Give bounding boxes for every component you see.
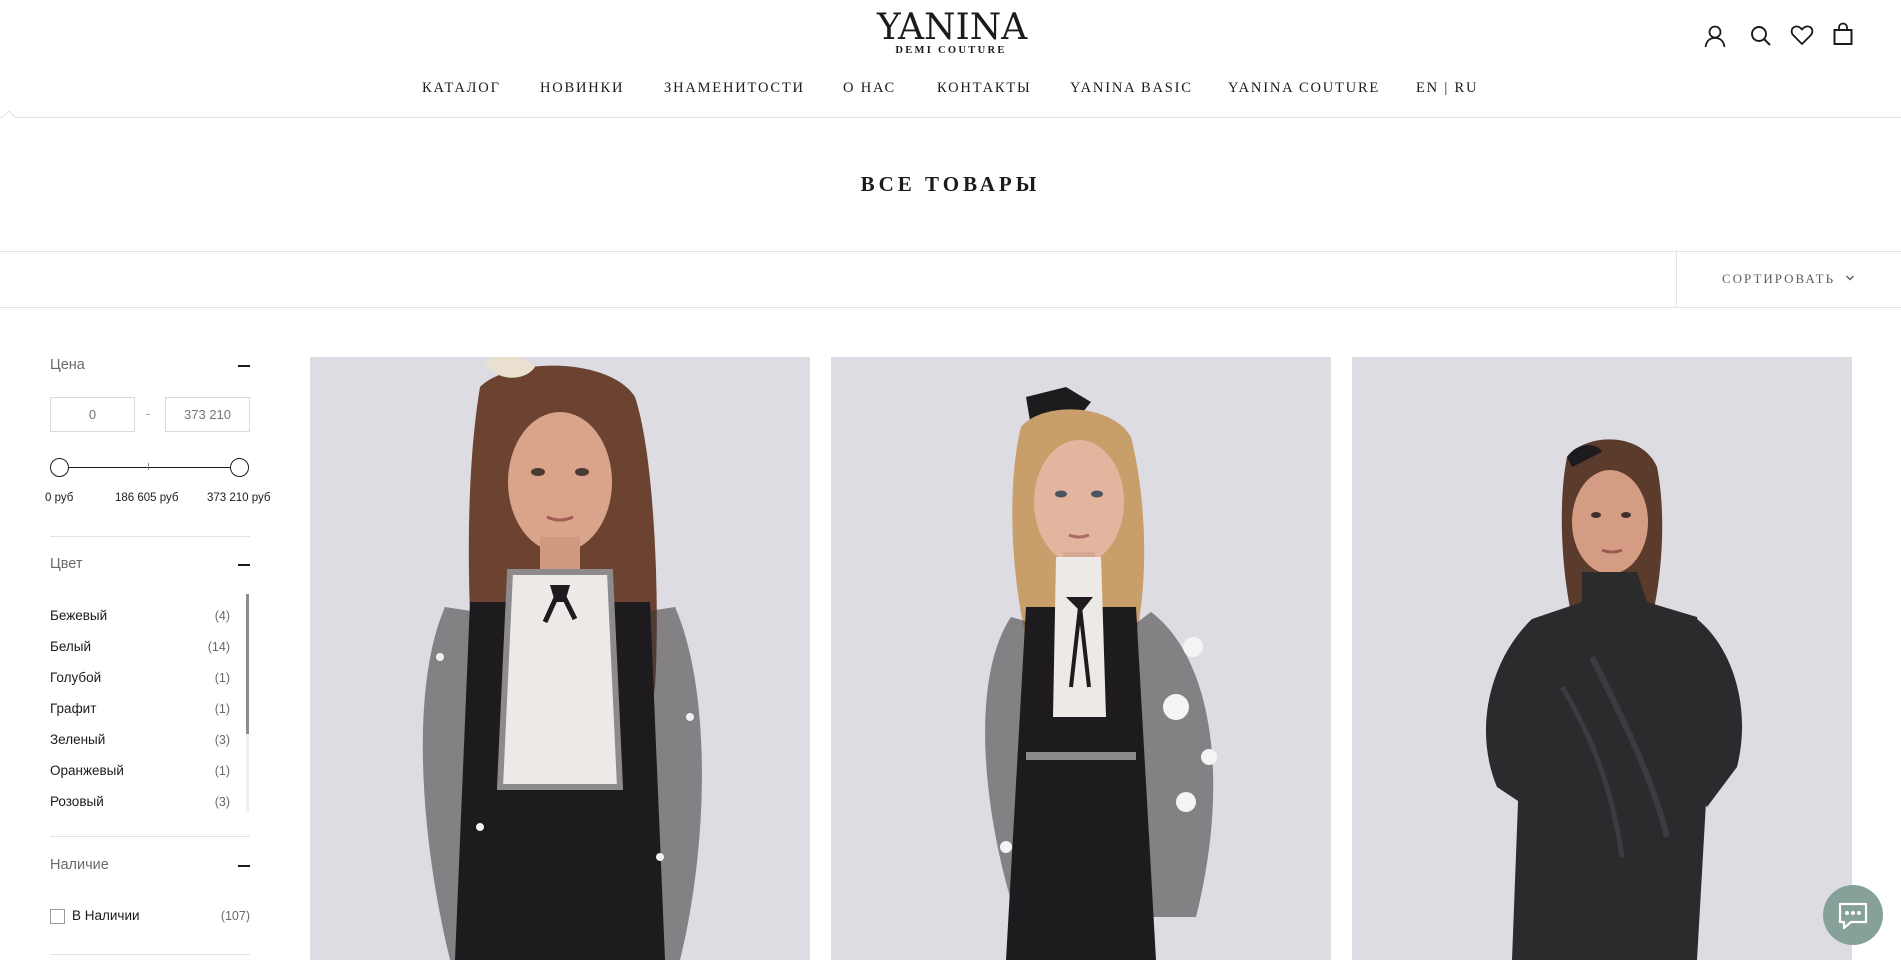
chat-bubble-icon: [1838, 902, 1868, 930]
nav-item-contacts[interactable]: КОНТАКТЫ: [937, 80, 1031, 97]
price-label-mid: 186 605 руб: [115, 492, 179, 504]
account-icon[interactable]: [1701, 22, 1729, 50]
nav-item-catalog[interactable]: КАТАЛОГ: [422, 80, 501, 97]
color-option-count: (4): [214, 609, 230, 623]
price-label-max: 373 210 руб: [207, 492, 271, 504]
availability-checkbox[interactable]: [50, 909, 65, 924]
color-option[interactable]: Розовый (3): [50, 794, 230, 812]
sort-button[interactable]: СОРТИРОВАТЬ: [1722, 271, 1835, 287]
color-option-count: (3): [214, 795, 230, 809]
nav-item-yanina-basic[interactable]: YANINA BASIC: [1070, 80, 1193, 97]
filter-divider: [50, 536, 250, 537]
product-card-image[interactable]: [1352, 357, 1852, 960]
color-option-name: Розовый: [50, 794, 104, 809]
color-filter-list[interactable]: Бежевый (4) Белый (14) Голубой (1) Графи…: [50, 594, 240, 812]
color-option-name: Зеленый: [50, 732, 106, 747]
color-option-count: (1): [214, 671, 230, 685]
nav-dropdown-caret: [2, 110, 16, 118]
color-option[interactable]: Зеленый (3): [50, 732, 230, 752]
price-label-min: 0 руб: [45, 492, 74, 504]
product-photo-glitter-dress: [1352, 357, 1852, 960]
chevron-down-icon[interactable]: [1845, 274, 1855, 282]
color-filter-title[interactable]: Цвет: [50, 556, 83, 572]
price-max-input[interactable]: [165, 397, 250, 432]
price-slider-min-handle[interactable]: [50, 458, 69, 477]
nav-item-new[interactable]: НОВИНКИ: [540, 80, 624, 97]
color-option-count: (3): [214, 733, 230, 747]
site-header: YANINA DEMI COUTURE КАТАЛОГ НОВИНКИ ЗНАМ…: [0, 0, 1901, 118]
color-option-name: Бежевый: [50, 608, 108, 623]
filter-divider: [50, 954, 250, 955]
search-icon[interactable]: [1747, 22, 1775, 50]
color-option[interactable]: Голубой (1): [50, 670, 230, 690]
color-option-count: (14): [207, 640, 230, 654]
toolbar-divider: [1676, 252, 1677, 307]
product-card-image[interactable]: [310, 357, 810, 960]
cart-icon[interactable]: [1829, 20, 1857, 48]
color-list-scrollbar-thumb[interactable]: [246, 594, 249, 734]
brand-logo-name: YANINA: [877, 7, 1028, 48]
product-card-image[interactable]: [831, 357, 1331, 960]
filter-divider: [50, 836, 250, 837]
main-nav: КАТАЛОГ НОВИНКИ ЗНАМЕНИТОСТИ О НАС КОНТА…: [0, 80, 1901, 102]
nav-item-yanina-couture[interactable]: YANINA COUTURE: [1228, 80, 1380, 97]
product-photo-lace-tulle-dress: [310, 357, 810, 960]
color-option-name: Белый: [50, 639, 92, 654]
product-photo-velvet-daisy-dress: [831, 357, 1331, 960]
price-filter-title[interactable]: Цена: [50, 357, 85, 373]
color-option-count: (1): [214, 702, 230, 716]
collection-toolbar: СОРТИРОВАТЬ: [0, 251, 1901, 308]
color-option-name: Голубой: [50, 670, 102, 685]
price-range-dash: -: [146, 406, 151, 421]
wishlist-icon[interactable]: [1788, 21, 1816, 49]
page-title: ВСЕ ТОВАРЫ: [860, 172, 1041, 196]
brand-logo-tagline: DEMI COUTURE: [895, 45, 1007, 56]
brand-logo[interactable]: YANINA DEMI COUTURE: [877, 7, 1028, 57]
color-collapse-icon[interactable]: [238, 564, 250, 566]
color-option[interactable]: Бежевый (4): [50, 608, 230, 628]
price-slider-midpoint: [148, 463, 149, 470]
color-option-count: (1): [214, 764, 230, 778]
price-slider-max-handle[interactable]: [230, 458, 249, 477]
color-option-name: Графит: [50, 701, 97, 716]
color-option[interactable]: Белый (14): [50, 639, 230, 659]
color-option[interactable]: Оранжевый (1): [50, 763, 230, 783]
availability-filter-title[interactable]: Наличие: [50, 857, 109, 873]
price-min-input[interactable]: [50, 397, 135, 432]
language-switcher[interactable]: EN | RU: [1416, 80, 1478, 97]
availability-option-name: В Наличии: [72, 908, 140, 923]
color-option-name: Оранжевый: [50, 763, 124, 778]
availability-option-count: (107): [220, 909, 250, 923]
availability-collapse-icon[interactable]: [238, 865, 250, 867]
availability-option[interactable]: В Наличии (107): [50, 907, 250, 927]
nav-item-celebrities[interactable]: ЗНАМЕНИТОСТИ: [664, 80, 805, 97]
color-option[interactable]: Графит (1): [50, 701, 230, 721]
price-collapse-icon[interactable]: [238, 365, 250, 367]
nav-item-about[interactable]: О НАС: [843, 80, 896, 97]
chat-button[interactable]: [1823, 885, 1883, 945]
price-slider-track[interactable]: [60, 467, 240, 468]
